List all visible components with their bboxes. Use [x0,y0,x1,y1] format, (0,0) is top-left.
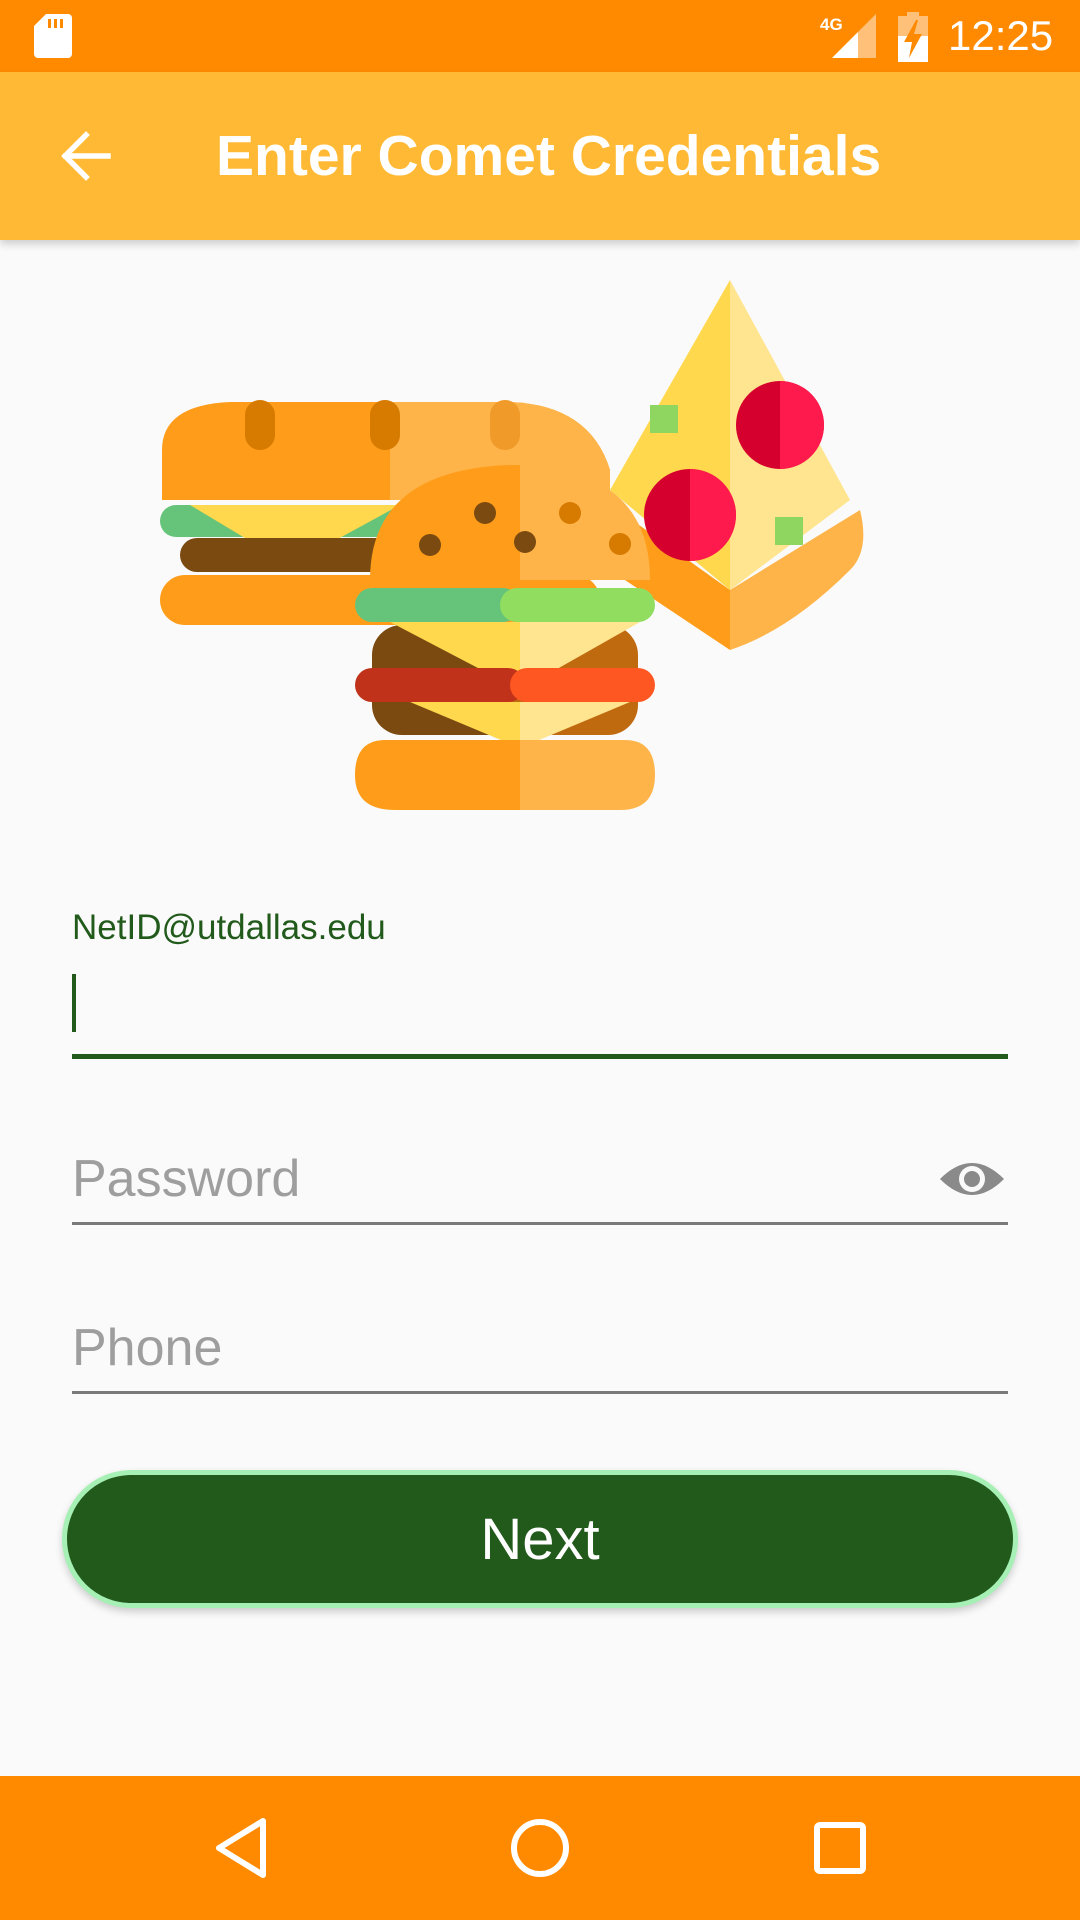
netid-label: NetID@utdallas.edu [72,908,386,947]
navigation-bar [0,1776,1080,1920]
arrow-back-icon [61,131,111,181]
password-field [72,1140,1008,1226]
password-underline [72,1222,1008,1225]
burger-icon [355,465,655,810]
phone-underline [72,1391,1008,1394]
nav-home-button[interactable] [495,1806,585,1890]
netid-input[interactable] [72,972,1008,1042]
back-button[interactable] [40,110,132,202]
signal-icon: 4G [820,14,876,58]
sd-card-icon [34,14,72,58]
phone-field [72,1309,1008,1395]
password-input[interactable] [72,1140,1008,1218]
app-bar: Enter Comet Credentials [0,72,1080,240]
back-triangle-icon [216,1818,266,1878]
status-bar: 4G 12:25 [0,0,1080,72]
page-title: Enter Comet Credentials [216,124,882,188]
eye-icon [940,1163,1004,1195]
text-cursor [72,974,76,1032]
home-circle-icon [511,1819,569,1877]
password-visibility-toggle[interactable] [936,1149,1008,1209]
next-button[interactable]: Next [62,1470,1018,1608]
nav-back-button[interactable] [196,1806,286,1890]
food-illustration [160,280,864,810]
recents-square-icon [814,1822,866,1874]
screen: 4G 12:25 Enter Comet Credentials NetID@u… [0,0,1080,1920]
status-clock: 12:25 [948,12,1054,59]
phone-input[interactable] [72,1309,1008,1387]
battery-charging-icon [898,12,928,62]
netid-field: NetID@utdallas.edu [72,908,1008,1060]
nav-recents-button[interactable] [795,1806,885,1890]
network-type-label: 4G [820,15,843,34]
netid-underline [72,1054,1008,1059]
